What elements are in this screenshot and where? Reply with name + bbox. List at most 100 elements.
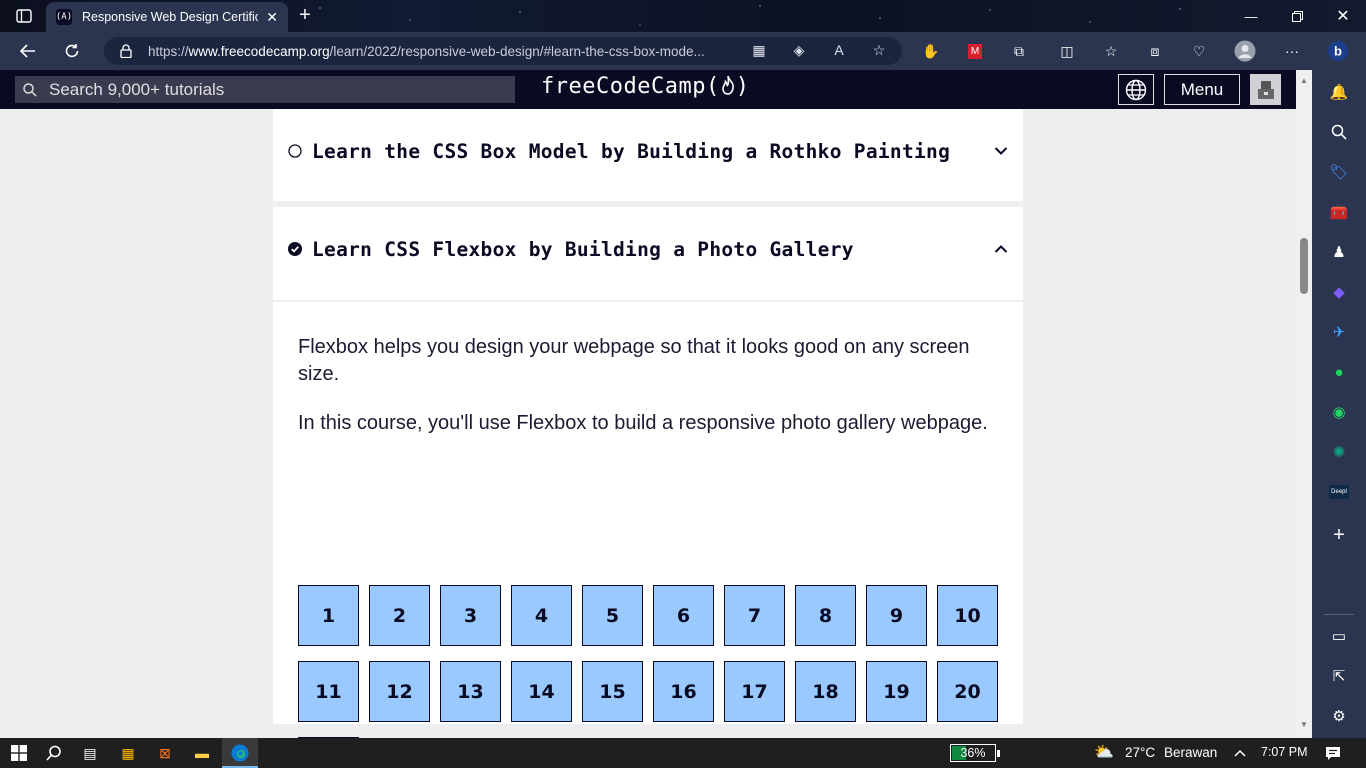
edge-sidebar: 🔔 🏷 🧰 ♟ ◆ ✈ ● ◉ ✺ Deepl + ▭ ⇱ ⚙ [1312,70,1366,738]
microsoft-365-icon[interactable]: ◆ [1327,280,1351,304]
step-button[interactable]: 2 [369,585,430,646]
file-explorer-icon[interactable]: ▬ [191,743,213,763]
restore-icon[interactable] [1274,0,1320,32]
bing-copilot-icon[interactable]: b [1326,40,1350,62]
open-external-icon[interactable]: ⇱ [1327,664,1351,688]
mendeley-extension-icon[interactable]: M [963,40,987,62]
address-bar[interactable]: https://www.freecodecamp.org/learn/2022/… [104,37,902,65]
weather-desc[interactable]: Berawan [1164,745,1217,760]
sidebar-separator [1324,614,1354,615]
new-tab-icon[interactable]: + [294,4,316,26]
shopping-tag-icon[interactable]: 🏷 [1327,160,1351,184]
spotify-icon[interactable]: ● [1327,360,1351,384]
browser-tab-strip: (A) Responsive Web Design Certifica ✕ + … [0,0,1366,32]
language-globe-icon[interactable] [1118,74,1154,105]
block-title: Learn CSS Flexbox by Building a Photo Ga… [312,237,854,261]
step-button[interactable]: 1 [298,585,359,646]
scrollbar-thumb[interactable] [1300,238,1308,294]
app-available-icon[interactable]: ▦ [748,39,770,61]
sidebar-settings-gear-icon[interactable]: ⚙ [1327,704,1351,728]
step-button[interactable]: 18 [795,661,856,722]
settings-more-icon[interactable]: ··· [1280,40,1304,62]
main-content: Learn the CSS Box Model by Building a Ro… [0,109,1296,738]
notification-center-icon[interactable] [1322,743,1344,763]
search-icon[interactable] [1327,120,1351,144]
menu-button[interactable]: Menu [1164,74,1240,105]
url-text: https://www.freecodecamp.org/learn/2022/… [148,43,705,59]
chatgpt-icon[interactable]: ✺ [1327,440,1351,464]
adblock-extension-icon[interactable]: ✋ [919,40,943,62]
step-button[interactable]: 11 [298,661,359,722]
fcc-logo[interactable]: freeCodeCamp( ) [541,74,749,101]
scroll-up-arrow-icon[interactable]: ▲ [1299,76,1309,85]
taskbar-edge-active[interactable] [222,738,258,768]
collections-icon[interactable]: ⧈ [1143,40,1167,62]
weather-temp[interactable]: 27°C [1125,745,1155,760]
battery-indicator[interactable]: 36% [950,744,996,762]
step-button[interactable]: 9 [866,585,927,646]
read-aloud-icon[interactable]: A [828,39,850,61]
fcc-favicon-icon: (A) [56,9,72,25]
extensions-puzzle-icon[interactable]: ⧉ [1007,40,1031,62]
outlook-send-icon[interactable]: ✈ [1327,320,1351,344]
tab-actions-icon[interactable] [10,6,38,26]
deepl-icon[interactable]: Deepl [1327,480,1351,504]
back-icon[interactable] [14,39,42,63]
user-avatar[interactable] [1250,74,1281,105]
block-title: Learn the CSS Box Model by Building a Ro… [312,139,951,163]
windows-start-icon[interactable] [8,743,30,763]
step-button[interactable]: 16 [653,661,714,722]
taskbar-search-icon[interactable] [43,743,65,763]
browser-essentials-icon[interactable]: ♡ [1187,40,1211,62]
refresh-icon[interactable] [58,39,86,63]
search-icon [23,82,37,97]
close-window-icon[interactable]: ✕ [1320,0,1366,32]
tracking-prevention-icon[interactable]: ◈ [788,39,810,61]
games-icon[interactable]: ♟ [1327,240,1351,264]
step-button[interactable]: 6 [653,585,714,646]
step-button[interactable]: 8 [795,585,856,646]
step-button[interactable]: 5 [582,585,643,646]
hide-sidebar-icon[interactable]: ▭ [1327,624,1351,648]
chevron-down-icon[interactable] [993,143,1009,159]
windows-taskbar: ▤ ▦ ⊠ ▬ 36% ⛅ 27°C Berawan 7:07 PM [0,738,1366,768]
favorites-icon[interactable]: ☆ [1099,40,1123,62]
notification-bell-icon[interactable]: 🔔 [1327,80,1351,104]
block-header[interactable]: Learn CSS Flexbox by Building a Photo Ga… [273,229,1023,269]
block-header[interactable]: Learn the CSS Box Model by Building a Ro… [273,131,1023,171]
favorite-star-icon[interactable]: ☆ [868,39,890,61]
chevron-up-icon[interactable] [993,241,1009,257]
step-button[interactable]: 17 [724,661,785,722]
show-hidden-icons-chevron-up-icon[interactable] [1229,743,1251,763]
step-button[interactable]: 13 [440,661,501,722]
step-button[interactable]: 10 [937,585,998,646]
add-sidebar-app-icon[interactable]: + [1327,523,1351,547]
completed-check-icon [288,242,302,256]
xampp-icon[interactable]: ⊠ [154,743,176,763]
page-scrollbar[interactable]: ▲ ▼ [1296,70,1312,738]
scroll-down-arrow-icon[interactable]: ▼ [1299,720,1309,729]
step-button[interactable]: 7 [724,585,785,646]
step-button[interactable]: 12 [369,661,430,722]
minimize-icon[interactable]: — [1228,0,1274,32]
step-button[interactable]: 19 [866,661,927,722]
microsoft-store-icon[interactable]: ▦ [117,743,139,763]
profile-avatar[interactable] [1233,40,1257,62]
whatsapp-icon[interactable]: ◉ [1327,400,1351,424]
weather-cloud-icon[interactable]: ⛅ [1093,742,1115,762]
step-button[interactable]: 3 [440,585,501,646]
split-screen-icon[interactable]: ◫ [1055,40,1079,62]
browser-tab-active[interactable]: (A) Responsive Web Design Certifica ✕ [46,2,288,32]
clock-time[interactable]: 7:07 PM [1261,745,1308,759]
step-button[interactable]: 15 [582,661,643,722]
incomplete-circle-icon [288,144,302,158]
task-view-icon[interactable]: ▤ [79,743,101,763]
tools-briefcase-icon[interactable]: 🧰 [1327,200,1351,224]
tab-close-icon[interactable]: ✕ [266,9,278,26]
step-button[interactable]: 4 [511,585,572,646]
battery-tip [997,750,1000,757]
lock-icon[interactable] [120,44,134,58]
step-button[interactable]: 20 [937,661,998,722]
search-input[interactable]: Search 9,000+ tutorials [15,76,515,103]
step-button[interactable]: 14 [511,661,572,722]
